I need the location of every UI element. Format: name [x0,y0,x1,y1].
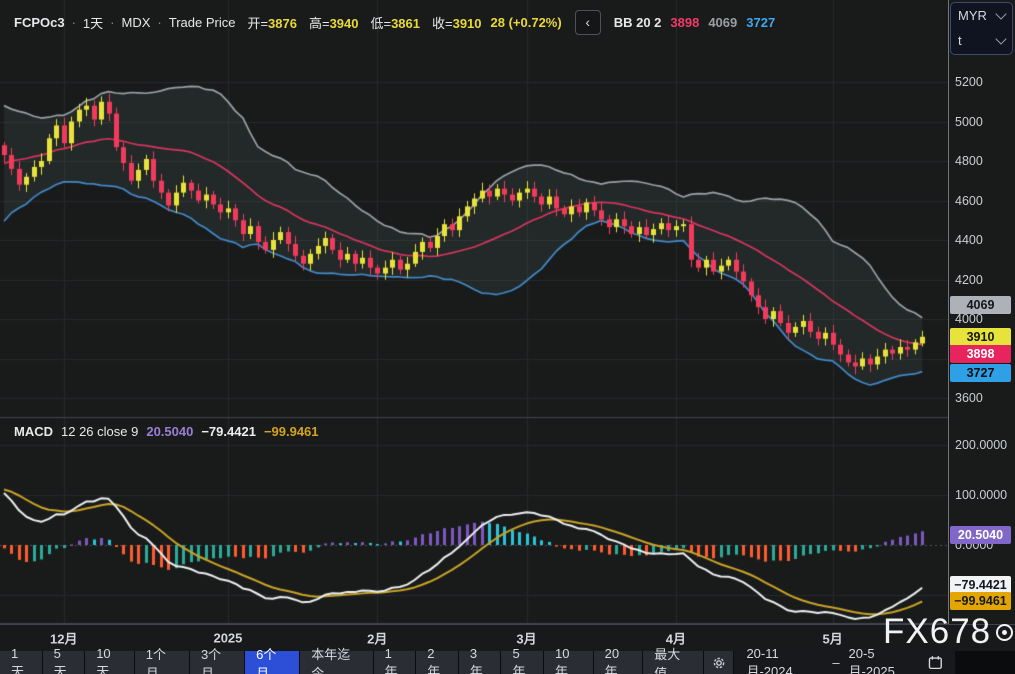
date-separator: – [832,655,839,670]
collapse-legend-button[interactable]: ‹ [575,10,601,35]
watermark-text: FX678 [883,612,991,652]
chart-settings-button[interactable] [704,651,733,674]
price-tick-4800: 4800 [955,154,983,168]
last-price-badge: 3910 [950,328,1011,346]
high-value: 高=3940 [309,13,359,32]
price-tick-5200: 5200 [955,75,983,89]
price-tick-5000: 5000 [955,115,983,129]
macd-legend: MACD 12 26 close 9 20.5040 −79.4421 −99.… [14,421,319,441]
price-tick-4200: 4200 [955,273,983,287]
fx678-watermark: FX678 [883,612,1013,652]
price-tick-4400: 4400 [955,233,983,247]
open-value: 开=3876 [247,13,297,32]
macd-hist-value: 20.5040 [146,424,193,439]
trading-chart-app: FCPOc3 · 1天 · MDX · Trade Price 开=3876 高… [0,0,1015,674]
range-button-最大值[interactable]: 最大值 [643,651,703,674]
calendar-icon [928,655,943,670]
range-button-6个月[interactable]: 6个月 [245,651,299,674]
bb-basis-badge: 3898 [950,345,1011,363]
range-button-10年[interactable]: 10年 [544,651,593,674]
bb-indicator-label: BB 20 2 [614,15,662,30]
range-toolbar: 1天5天10天1个月3个月6个月本年迄今1年2年3年5年10年20年最大值 20… [0,651,1015,674]
range-button-1个月[interactable]: 1个月 [135,651,189,674]
time-label-5月: 5月 [822,629,842,648]
watermark-logo-icon [996,624,1013,641]
series-type-label: Trade Price [169,15,236,30]
date-from: 20-11月-2024 [746,646,823,674]
macd-signal-badge: −99.9461 [950,592,1011,610]
symbol-name: FCPOc3 [14,15,65,30]
gear-icon [712,656,726,670]
range-button-5天[interactable]: 5天 [43,651,85,674]
bb-basis-value: 3898 [670,15,699,30]
currency-value: MYR [958,8,987,23]
currency-unit-selector: MYR t [950,2,1013,55]
range-button-1年[interactable]: 1年 [374,651,416,674]
price-tick-4600: 4600 [955,194,983,208]
price-tick-3600: 3600 [955,391,983,405]
unit-value: t [958,33,962,48]
legend-separator: · [157,15,161,30]
macd-line-value: −79.4421 [201,424,256,439]
macd-signal-value: −99.9461 [264,424,319,439]
macd-hist-badge: 20.5040 [950,526,1011,544]
macd-tick-100: 100.0000 [955,488,1007,502]
macd-indicator-label: MACD [14,424,53,439]
range-button-10天[interactable]: 10天 [85,651,134,674]
range-button-本年迄今[interactable]: 本年迄今 [300,651,372,674]
range-button-5年[interactable]: 5年 [501,651,543,674]
close-value: 收=3910 [432,13,482,32]
macd-tick-200: 200.0000 [955,438,1007,452]
chevron-down-icon [995,33,1006,44]
legend-separator: · [72,15,76,30]
date-range-picker[interactable]: 20-11月-2024 – 20-5月-2025 [734,651,955,674]
exchange-label: MDX [122,15,151,30]
currency-select[interactable]: MYR [951,3,1012,28]
low-value: 低=3861 [370,13,420,32]
range-button-3年[interactable]: 3年 [459,651,501,674]
bb-upper-badge: 4069 [950,296,1011,314]
range-button-3个月[interactable]: 3个月 [190,651,244,674]
chevron-left-icon: ‹ [585,14,590,30]
chart-canvas[interactable] [0,0,948,624]
legend-separator: · [110,15,114,30]
chart-legend: FCPOc3 · 1天 · MDX · Trade Price 开=3876 高… [14,10,775,34]
range-button-2年[interactable]: 2年 [416,651,458,674]
range-button-20年[interactable]: 20年 [594,651,643,674]
bb-lower-value: 3727 [746,15,775,30]
unit-select[interactable]: t [951,28,1012,53]
bb-lower-badge: 3727 [950,364,1011,382]
price-axis[interactable]: 52005000480046004400420040003600200.0000… [948,0,1015,624]
bb-upper-value: 4069 [708,15,737,30]
chevron-down-icon [995,8,1006,19]
bollinger-legend: BB 20 2 3898 4069 3727 [614,15,775,30]
range-button-1天[interactable]: 1天 [0,651,42,674]
change-value: 28 (+0.72%) [491,15,562,30]
macd-params: 12 26 close 9 [61,424,138,439]
interval-label: 1天 [83,13,103,32]
